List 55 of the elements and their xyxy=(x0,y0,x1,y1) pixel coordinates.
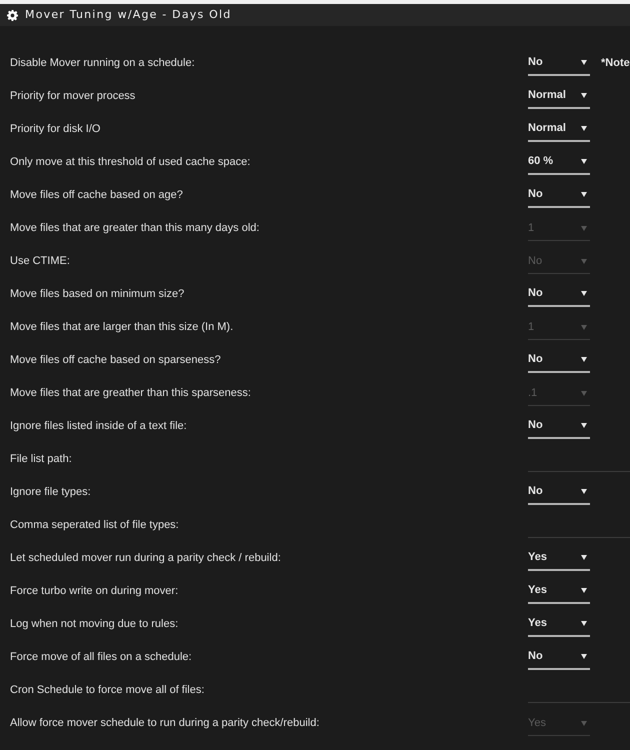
dropdown[interactable]: No xyxy=(528,348,590,372)
caret-icon xyxy=(581,489,587,494)
caret-icon xyxy=(581,226,587,231)
setting-label: Ignore file types: xyxy=(10,485,91,500)
dropdown[interactable]: Normal xyxy=(528,84,590,108)
caret-icon xyxy=(581,192,587,197)
setting-label: Priority for mover process xyxy=(10,89,136,104)
caret-icon xyxy=(581,588,587,593)
setting-label: Force turbo write on during mover: xyxy=(10,584,178,600)
dropdown[interactable]: No xyxy=(528,282,590,306)
dropdown[interactable]: No xyxy=(528,480,590,504)
setting-label: Move files that are greather than this sparseness: xyxy=(10,386,251,402)
caret-icon xyxy=(581,654,587,659)
setting-label: Move files that are greater than this many days old: xyxy=(10,221,260,236)
setting-label: File list path: xyxy=(10,452,72,468)
caret-icon xyxy=(581,555,587,560)
gear-icon xyxy=(7,10,18,20)
caret-icon xyxy=(581,325,587,330)
caret-icon xyxy=(581,721,587,726)
caret-icon xyxy=(581,60,587,65)
caret-icon xyxy=(581,391,587,396)
setting-label: Only move at this threshold of used cache space: xyxy=(10,155,250,170)
dropdown[interactable]: No xyxy=(528,52,590,76)
setting-label: Comma seperated list of file types: xyxy=(10,518,179,534)
dropdown[interactable]: No xyxy=(528,646,590,670)
dropdown[interactable]: Normal xyxy=(528,118,590,142)
setting-label: Cron Schedule to force move all of files: xyxy=(10,683,204,698)
dropdown[interactable]: Yes xyxy=(528,546,590,570)
caret-icon xyxy=(581,259,587,264)
setting-label: Let scheduled mover run during a parity check / rebuild: xyxy=(10,551,281,566)
setting-label: Log when not moving due to rules: xyxy=(10,617,178,632)
caret-icon xyxy=(581,621,587,626)
dropdown[interactable]: 60 % xyxy=(528,150,590,174)
setting-label: Move files that are larger than this size (In M). xyxy=(10,320,234,336)
setting-label: Allow force mover schedule to run during a parity check/rebuild: xyxy=(10,716,320,732)
caret-icon xyxy=(581,357,587,362)
setting-label: Move files off cache based on age? xyxy=(10,188,183,204)
panel-title: Mover Tuning w/Age - Days Old xyxy=(25,6,232,23)
setting-label: Move files off cache based on sparseness? xyxy=(10,353,221,368)
dropdown[interactable]: No xyxy=(528,414,590,438)
setting-label: Force move of all files on a schedule: xyxy=(10,650,192,666)
caret-icon xyxy=(581,159,587,164)
caret-icon xyxy=(581,93,587,98)
caret-icon xyxy=(581,291,587,296)
setting-label: Priority for disk I/O xyxy=(10,122,100,138)
dropdown[interactable]: Yes xyxy=(528,580,590,604)
caret-icon xyxy=(581,126,587,131)
setting-label: Move files based on minimum size? xyxy=(10,287,184,302)
note-text: *Note xyxy=(601,56,630,72)
setting-label: Use CTIME: xyxy=(10,254,70,270)
dropdown[interactable]: Yes xyxy=(528,612,590,636)
setting-label: Ignore files listed inside of a text file: xyxy=(10,419,187,434)
dropdown[interactable]: No xyxy=(528,184,590,208)
caret-icon xyxy=(581,423,587,428)
setting-label: Disable Mover running on a schedule: xyxy=(10,56,195,72)
